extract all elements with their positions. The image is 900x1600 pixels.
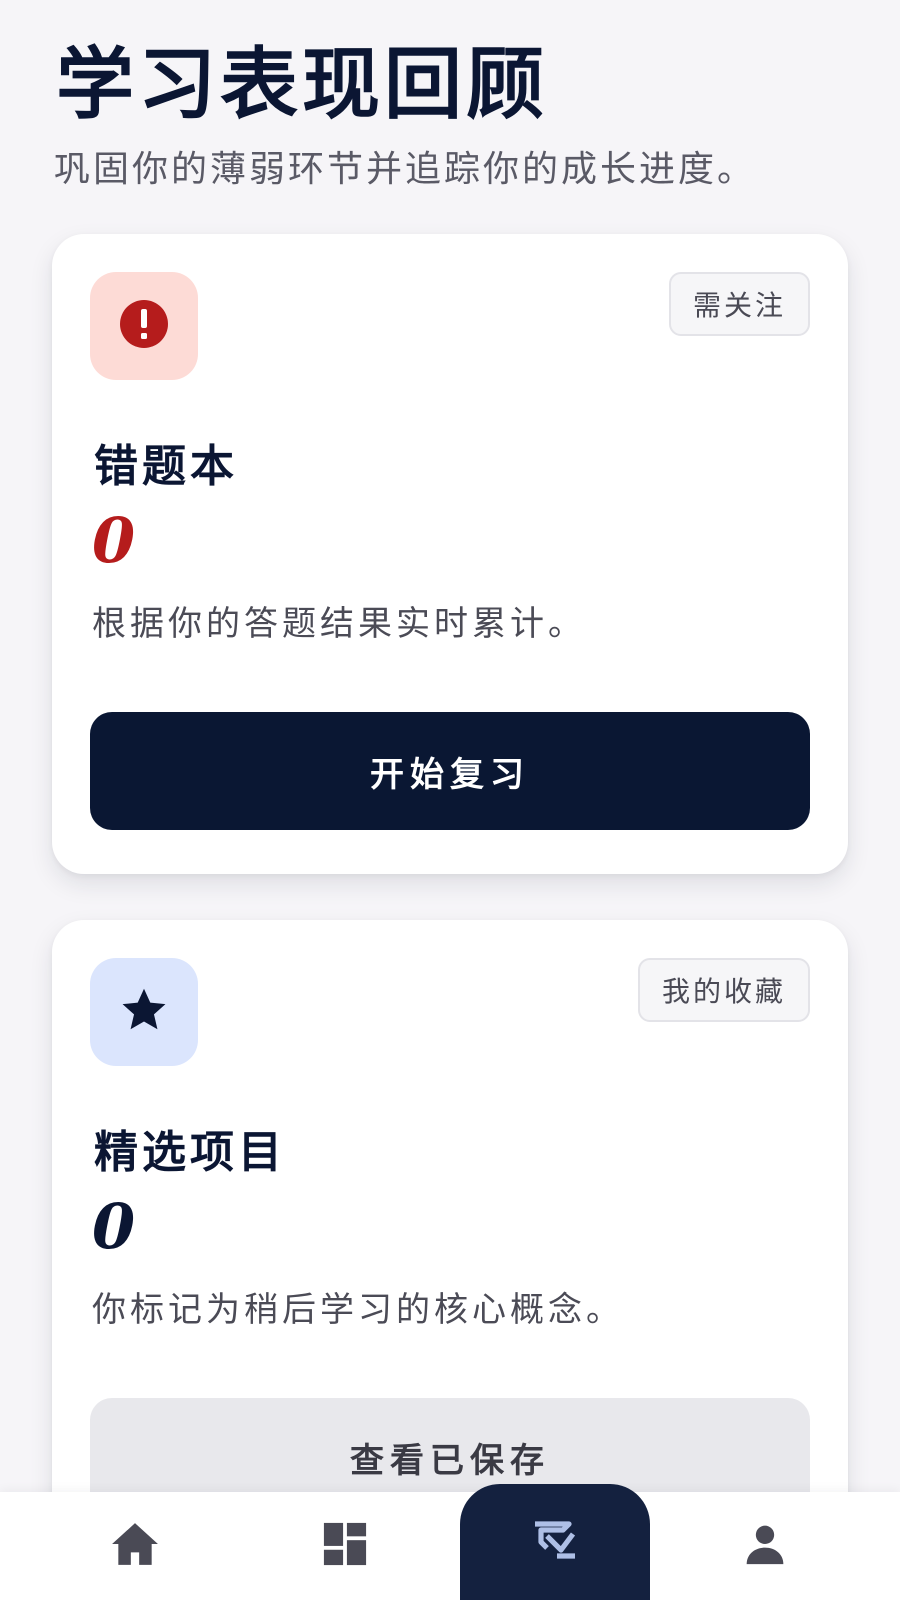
favorites-tag: 我的收藏 [637,958,810,1022]
nav-home[interactable] [40,1492,230,1600]
page-subtitle: 巩固你的薄弱环节并追踪你的成长进度。 [54,149,757,190]
star-icon-box [90,958,198,1066]
mistakes-description: 根据你的答题结果实时累计。 [92,604,586,644]
page: 学习表现回顾 巩固你的薄弱环节并追踪你的成长进度。 需关注 错题本 0 根据你的… [0,0,900,1600]
star-icon [118,984,170,1040]
nav-profile[interactable] [670,1492,860,1600]
home-icon [110,1521,160,1571]
mistakes-count: 0 [92,504,136,577]
mistakes-title: 错题本 [94,441,238,492]
bottom-nav [0,1484,900,1600]
start-review-button[interactable]: 开始复习 [90,712,810,830]
attention-tag: 需关注 [668,272,810,336]
featured-description: 你标记为稍后学习的核心概念。 [92,1290,624,1330]
dashboard-icon [322,1521,368,1571]
mistakes-card: 需关注 错题本 0 根据你的答题结果实时累计。 开始复习 [52,234,848,874]
alert-circle-icon [118,298,170,354]
nav-dashboard[interactable] [250,1492,440,1600]
page-title: 学习表现回顾 [56,39,549,130]
featured-count: 0 [92,1190,136,1263]
alert-icon-box [90,272,198,380]
featured-title: 精选项目 [94,1127,286,1178]
profile-icon [743,1522,787,1570]
nav-review[interactable] [460,1484,650,1600]
review-icon [529,1518,581,1566]
